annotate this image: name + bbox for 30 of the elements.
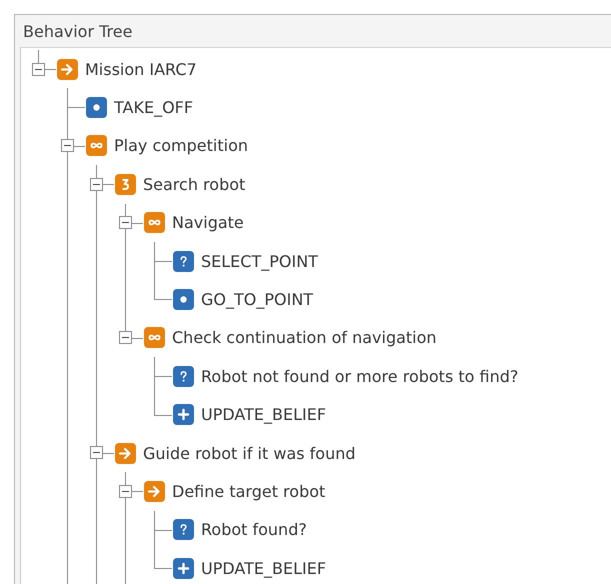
tree-item[interactable]: UPDATE_BELIEF xyxy=(201,558,326,578)
question-icon xyxy=(173,250,194,272)
tree-item[interactable]: Robot found? xyxy=(201,520,307,540)
question-icon xyxy=(173,519,194,540)
collapse-toggle[interactable] xyxy=(90,178,103,191)
tree-item[interactable]: GO_TO_POINT xyxy=(201,290,314,310)
tree-item[interactable]: Navigate xyxy=(172,213,244,232)
infinity-icon xyxy=(144,327,165,348)
tree-item[interactable]: UPDATE_BELIEF xyxy=(201,405,326,424)
collapse-toggle[interactable] xyxy=(119,216,132,230)
collapse-toggle[interactable] xyxy=(119,484,132,498)
tree-item[interactable]: Mission IARC7 xyxy=(85,60,197,79)
collapse-toggle[interactable] xyxy=(61,139,74,152)
tree-item[interactable]: Check continuation of navigation xyxy=(172,328,437,348)
question-icon xyxy=(173,366,194,387)
infinity-icon xyxy=(86,135,107,156)
tree-item[interactable]: TAKE_OFF xyxy=(114,98,194,118)
tree-item[interactable]: Guide robot if it was found xyxy=(143,444,356,463)
tree-item[interactable]: Search robot xyxy=(143,174,246,194)
plus-icon xyxy=(173,558,194,579)
collapse-toggle[interactable] xyxy=(90,446,103,460)
tree-item[interactable]: Play competition xyxy=(114,136,248,156)
tree-item[interactable]: Robot not found or more robots to find? xyxy=(201,366,518,386)
tree-item[interactable]: Define target robot xyxy=(172,482,326,501)
collapse-toggle[interactable] xyxy=(119,331,132,344)
tree-item[interactable]: SELECT_POINT xyxy=(201,252,318,271)
plus-icon xyxy=(173,404,194,426)
collapse-toggle[interactable] xyxy=(32,62,45,76)
infinity-icon xyxy=(144,212,165,234)
panel-title: Behavior Tree xyxy=(23,22,132,40)
